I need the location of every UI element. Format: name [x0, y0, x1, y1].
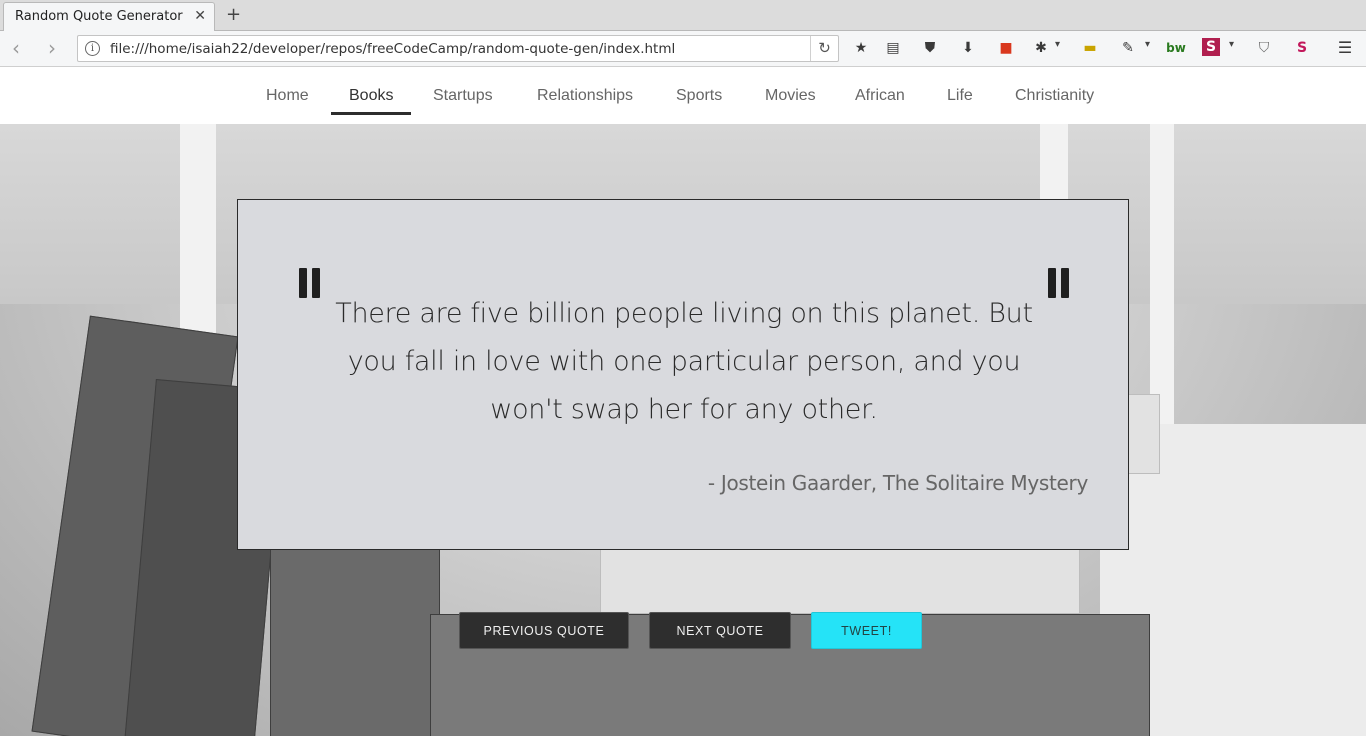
reading-list-icon[interactable]: ▤: [883, 38, 903, 58]
extension-red-icon[interactable]: ■: [996, 38, 1016, 58]
bookmark-star-icon[interactable]: ★: [851, 38, 871, 58]
quote-author: - Jostein Gaarder, The Solitaire Mystery: [707, 471, 1088, 495]
back-icon[interactable]: ‹: [12, 36, 20, 60]
site-info-icon[interactable]: i: [85, 41, 100, 56]
active-tab-indicator: [331, 112, 411, 115]
download-icon[interactable]: ⬇: [958, 38, 978, 58]
open-quote-icon: [299, 268, 321, 298]
close-tab-icon[interactable]: ✕: [194, 8, 206, 24]
chevron-down-icon[interactable]: ▾: [1145, 39, 1150, 50]
spy-extension-icon[interactable]: ✱: [1031, 38, 1051, 58]
nav-item-movies[interactable]: Movies: [765, 87, 816, 105]
nav-item-life[interactable]: Life: [947, 87, 973, 105]
site-nav: Home Books Startups Relationships Sports…: [0, 67, 1366, 124]
nav-item-relationships[interactable]: Relationships: [537, 87, 633, 105]
pocket-icon[interactable]: ⛊: [920, 38, 940, 58]
book-spine: [270, 524, 440, 736]
quote-card: There are five billion people living on …: [237, 199, 1129, 550]
chevron-down-icon[interactable]: ▾: [1055, 39, 1060, 50]
ruler-extension-icon[interactable]: ▬: [1080, 38, 1100, 58]
nav-item-african[interactable]: African: [855, 87, 905, 105]
chevron-down-icon[interactable]: ▾: [1229, 39, 1234, 50]
eyedropper-icon[interactable]: ✎: [1118, 38, 1138, 58]
close-quote-icon: [1048, 268, 1070, 298]
book-end: [1128, 394, 1160, 474]
sj-extension-icon[interactable]: S: [1292, 38, 1312, 58]
tweet-button[interactable]: TWEET!: [811, 612, 922, 649]
url-bar[interactable]: i file:///home/isaiah22/developer/repos/…: [77, 35, 839, 62]
tab-title: Random Quote Generator: [15, 9, 183, 24]
ublock-icon[interactable]: ⛉: [1254, 38, 1274, 58]
new-tab-icon[interactable]: +: [226, 4, 241, 25]
quote-text: There are five billion people living on …: [335, 298, 1033, 425]
next-quote-button[interactable]: NEXT QUOTE: [649, 612, 791, 649]
nav-item-home[interactable]: Home: [266, 87, 309, 105]
nav-item-christianity[interactable]: Christianity: [1015, 87, 1094, 105]
hamburger-menu-icon[interactable]: ☰: [1335, 38, 1355, 58]
browser-tab-bar: Random Quote Generator ✕ +: [0, 0, 1366, 31]
previous-quote-button[interactable]: PREVIOUS QUOTE: [459, 612, 629, 649]
bed-frame-post: [1150, 124, 1174, 424]
nav-item-startups[interactable]: Startups: [433, 87, 493, 105]
browser-tab[interactable]: Random Quote Generator ✕: [3, 2, 215, 31]
bw-extension-icon[interactable]: bw: [1166, 38, 1186, 58]
forward-icon[interactable]: ›: [48, 36, 56, 60]
browser-toolbar: ‹ › i file:///home/isaiah22/developer/re…: [0, 31, 1366, 67]
url-text[interactable]: file:///home/isaiah22/developer/repos/fr…: [110, 41, 675, 57]
reload-icon[interactable]: ↻: [810, 36, 838, 61]
nav-item-sports[interactable]: Sports: [676, 87, 722, 105]
nav-item-books[interactable]: Books: [349, 87, 393, 105]
s-extension-icon[interactable]: S: [1202, 38, 1220, 56]
